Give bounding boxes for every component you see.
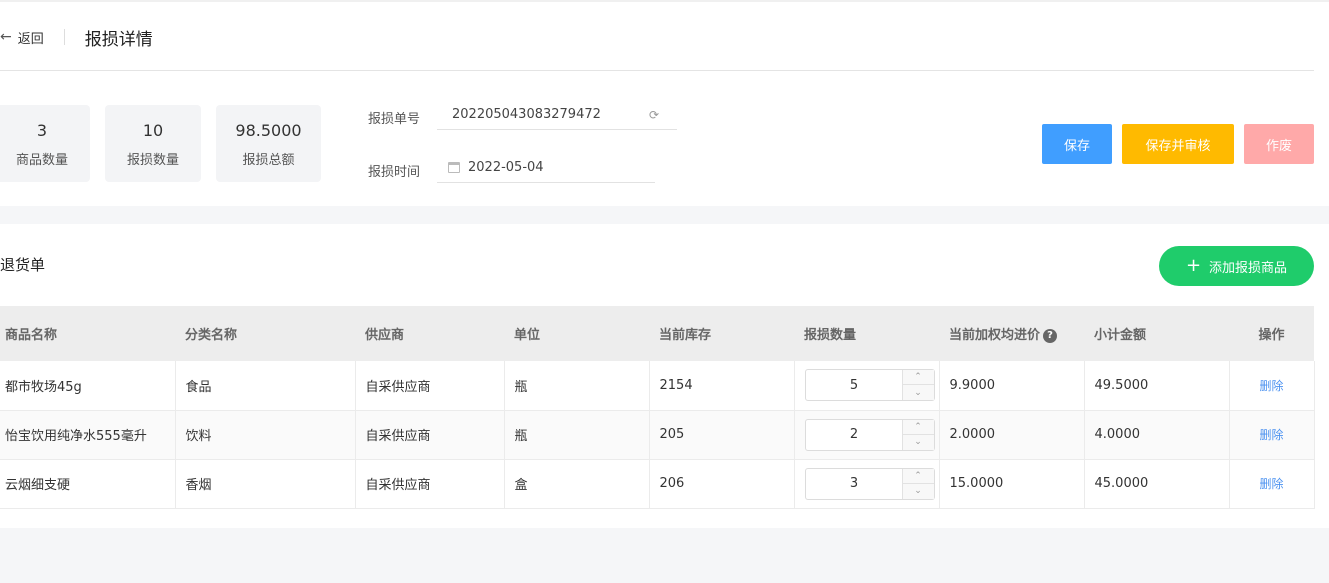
quantity-stepper[interactable]: 2 ⌃ ⌄	[804, 418, 935, 451]
stat-loss-quantity: 10 报损数量	[105, 105, 201, 182]
summary-panel: ← 返回 报损详情 3 商品数量 10 报损数量 98.5000 报损总额 报损…	[0, 2, 1329, 206]
cell-unit: 瓶	[504, 410, 650, 460]
col-header-name: 商品名称	[5, 328, 58, 343]
cell-subtotal: 49.5000	[1084, 361, 1230, 411]
stat-loss-total: 98.5000 报损总额	[216, 105, 321, 182]
cell-stock: 206	[649, 459, 795, 509]
cell-avg-price: 15.0000	[939, 459, 1085, 509]
chevron-down-icon[interactable]: ⌄	[903, 484, 934, 499]
time-label: 报损时间	[368, 165, 421, 180]
stat-product-count: 3 商品数量	[0, 105, 90, 182]
delete-link[interactable]: 删除	[1259, 379, 1283, 393]
col-header-avg-price: 当前加权均进价?	[939, 306, 1084, 361]
cell-supplier: 自采供应商	[355, 361, 505, 411]
stat-value: 98.5000	[235, 121, 302, 140]
stat-label: 报损数量	[126, 153, 179, 168]
cell-qty: 5 ⌃ ⌄	[794, 361, 940, 411]
cell-category: 饮料	[175, 410, 356, 460]
void-button[interactable]: 作废	[1244, 124, 1314, 164]
cell-stock: 205	[649, 410, 795, 460]
cell-actions: 删除	[1229, 410, 1315, 460]
cell-stock: 2154	[649, 361, 795, 411]
cell-avg-price: 2.0000	[939, 410, 1085, 460]
order-no-label: 报损单号	[368, 112, 421, 127]
refresh-icon[interactable]: ⟳	[649, 108, 659, 122]
chevron-up-icon[interactable]: ⌃	[902, 469, 934, 484]
quantity-value[interactable]: 3	[806, 469, 903, 499]
header-divider	[63, 29, 65, 45]
col-header-category: 分类名称	[185, 328, 238, 343]
chevron-up-icon[interactable]: ⌃	[902, 370, 934, 386]
stat-value: 3	[36, 121, 48, 140]
items-panel: 退货单 + 添加报损商品 商品名称 分类名称 供应商 单位 当前库存 报损数量 …	[0, 224, 1329, 528]
table-row: 云烟细支硬 香烟 自采供应商 盒 206 3 ⌃ ⌄ 15.0000 45.00…	[0, 459, 1315, 509]
save-and-review-button[interactable]: 保存并审核	[1122, 124, 1234, 164]
cell-category: 香烟	[175, 459, 356, 509]
arrow-left-icon: ←	[0, 29, 12, 45]
add-loss-item-button[interactable]: + 添加报损商品	[1159, 246, 1314, 286]
cell-supplier: 自采供应商	[355, 459, 505, 509]
table-row: 都市牧场45g 食品 自采供应商 瓶 2154 5 ⌃ ⌄ 9.9000 49.…	[0, 361, 1315, 411]
col-header-loss-qty: 报损数量	[804, 328, 857, 343]
stepper-arrows: ⌃ ⌄	[901, 370, 934, 401]
stat-label: 商品数量	[15, 153, 68, 168]
plus-icon: +	[1185, 255, 1202, 276]
add-button-label: 添加报损商品	[1209, 260, 1288, 276]
chevron-down-icon[interactable]: ⌄	[903, 385, 934, 400]
cell-name: 云烟细支硬	[0, 459, 176, 509]
delete-link[interactable]: 删除	[1259, 428, 1283, 442]
cell-subtotal: 4.0000	[1084, 410, 1230, 460]
quantity-value[interactable]: 2	[806, 420, 903, 450]
stat-label: 报损总额	[242, 153, 295, 168]
cell-unit: 盒	[504, 459, 650, 509]
col-header-unit: 单位	[514, 328, 541, 343]
stat-value: 10	[142, 121, 164, 140]
col-header-supplier: 供应商	[365, 328, 405, 343]
help-icon[interactable]: ?	[1043, 329, 1058, 343]
chevron-down-icon[interactable]: ⌄	[903, 435, 934, 450]
col-header-subtotal: 小计金额	[1094, 328, 1147, 343]
header-divider-line	[0, 70, 1314, 71]
back-button[interactable]: ← 返回	[0, 28, 44, 47]
cell-actions: 删除	[1229, 361, 1315, 411]
page-header: ← 返回 报损详情	[0, 20, 153, 54]
quantity-stepper[interactable]: 3 ⌃ ⌄	[804, 467, 935, 500]
cell-unit: 瓶	[504, 361, 650, 411]
order-no-value: 202205043083279472	[452, 107, 601, 122]
table-header-row: 商品名称 分类名称 供应商 单位 当前库存 报损数量 当前加权均进价? 小计金额…	[0, 306, 1314, 361]
quantity-stepper[interactable]: 5 ⌃ ⌄	[804, 369, 935, 402]
cell-name: 怡宝饮用纯净水555毫升	[0, 410, 176, 460]
cell-supplier: 自采供应商	[355, 410, 505, 460]
cell-qty: 2 ⌃ ⌄	[794, 410, 940, 460]
cell-category: 食品	[175, 361, 356, 411]
quantity-value[interactable]: 5	[806, 370, 903, 400]
calendar-icon	[448, 162, 460, 173]
stepper-arrows: ⌃ ⌄	[901, 468, 934, 499]
date-picker[interactable]: 2022-05-04	[437, 153, 655, 183]
cell-actions: 删除	[1229, 459, 1315, 509]
col-header-actions: 操作	[1258, 328, 1285, 343]
loss-items-table: 商品名称 分类名称 供应商 单位 当前库存 报损数量 当前加权均进价? 小计金额…	[0, 306, 1315, 509]
back-label: 返回	[17, 31, 44, 47]
section-title: 退货单	[0, 256, 46, 274]
cell-subtotal: 45.0000	[1084, 459, 1230, 509]
delete-link[interactable]: 删除	[1259, 477, 1283, 491]
page-title: 报损详情	[84, 29, 153, 50]
avg-price-header-label: 当前加权均进价	[949, 328, 1041, 343]
cell-qty: 3 ⌃ ⌄	[794, 459, 940, 509]
col-header-stock: 当前库存	[659, 328, 712, 343]
date-value: 2022-05-04	[468, 160, 544, 175]
order-no-field[interactable]: 202205043083279472 ⟳	[437, 100, 677, 130]
stepper-arrows: ⌃ ⌄	[901, 419, 934, 450]
cell-avg-price: 9.9000	[939, 361, 1085, 411]
save-button[interactable]: 保存	[1042, 124, 1112, 164]
chevron-up-icon[interactable]: ⌃	[902, 420, 934, 435]
cell-name: 都市牧场45g	[0, 361, 176, 411]
table-row: 怡宝饮用纯净水555毫升 饮料 自采供应商 瓶 205 2 ⌃ ⌄ 2.0000…	[0, 410, 1315, 460]
